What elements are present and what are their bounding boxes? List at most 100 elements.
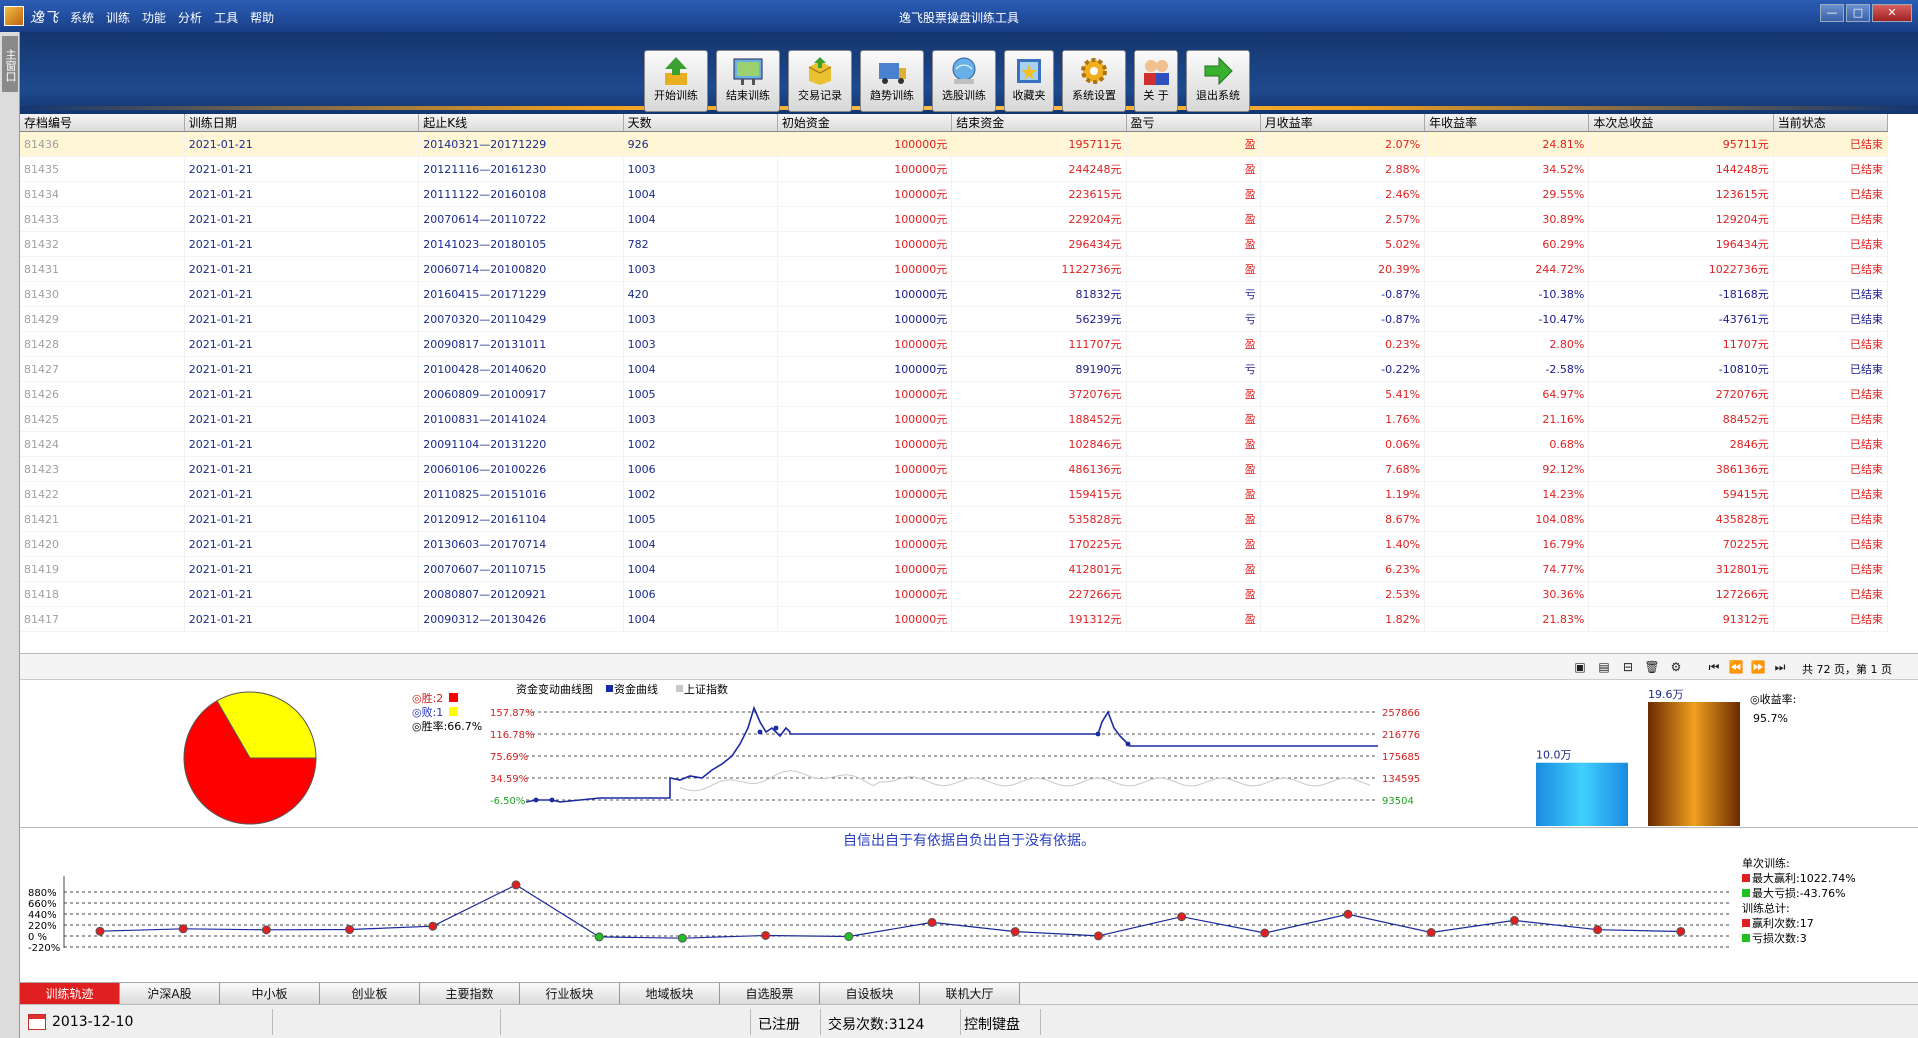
- first-page-button[interactable]: ⏮: [1706, 660, 1722, 674]
- delete-icon[interactable]: 🗑: [1644, 660, 1660, 674]
- table-row[interactable]: 81418 2021-01-21 20080807—20120921 1006 1000…: [20, 581, 1889, 607]
- trajectory-point[interactable]: [1676, 926, 1686, 936]
- table-row[interactable]: 81421 2021-01-21 20120912—20161104 1005 1000…: [20, 506, 1889, 532]
- trajectory-point[interactable]: [511, 880, 521, 890]
- table-row[interactable]: 81420 2021-01-21 20130603—20170714 1004 1000…: [20, 531, 1889, 557]
- trajectory-point[interactable]: [1093, 931, 1103, 941]
- keyboard-control-button[interactable]: 控制键盘: [964, 1014, 1020, 1034]
- tab-sme-board[interactable]: 中小板: [220, 983, 320, 1005]
- start-training-button[interactable]: 开始训练: [644, 50, 708, 112]
- table-row[interactable]: 81424 2021-01-21 20091104—20131220 1002 1000…: [20, 431, 1889, 457]
- tab-sh-sz-a[interactable]: 沪深A股: [120, 983, 220, 1005]
- prev-page-button[interactable]: ⏪: [1728, 660, 1744, 674]
- table-row[interactable]: 81430 2021-01-21 20160415—20171229 420 10000…: [20, 281, 1889, 307]
- tab-major-index[interactable]: 主要指数: [420, 983, 520, 1005]
- calendar-icon[interactable]: [28, 1014, 46, 1030]
- trajectory-point[interactable]: [1426, 928, 1436, 937]
- last-page-button[interactable]: ⏭: [1772, 660, 1788, 674]
- trajectory-point[interactable]: [178, 924, 188, 934]
- trajectory-point[interactable]: [1010, 927, 1020, 937]
- cell-range: 20111122—20160108: [418, 181, 624, 207]
- trajectory-point[interactable]: [927, 917, 937, 927]
- trajectory-point[interactable]: [844, 932, 854, 941]
- col-total-return[interactable]: 本次总收益: [1588, 114, 1774, 132]
- col-kline-range[interactable]: 起止K线: [418, 114, 624, 132]
- cell-yearly: 30.36%: [1424, 581, 1590, 607]
- cell-days: 1006: [623, 456, 778, 482]
- table-row[interactable]: 81423 2021-01-21 20060106—20100226 1006 1000…: [20, 456, 1889, 482]
- table-row[interactable]: 81435 2021-01-21 20121116—20161230 1003 1000…: [20, 156, 1889, 182]
- table-row[interactable]: 81434 2021-01-21 20111122—20160108 1004 1000…: [20, 181, 1889, 207]
- trend-training-button[interactable]: 趋势训练: [860, 50, 924, 112]
- table-row[interactable]: 81422 2021-01-21 20110825—20151016 1002 1000…: [20, 481, 1889, 507]
- index-line: [679, 770, 1371, 792]
- table-row[interactable]: 81436 2021-01-21 20140321—20171229 926 10000…: [20, 131, 1889, 157]
- tab-online-lobby[interactable]: 联机大厅: [920, 983, 1020, 1005]
- col-init-fund[interactable]: 初始资金: [777, 114, 953, 132]
- cell-end: 89190元: [951, 356, 1127, 382]
- tab-training-track[interactable]: 训练轨迹: [20, 983, 120, 1005]
- col-train-date[interactable]: 训练日期: [184, 114, 420, 132]
- table-row[interactable]: 81427 2021-01-21 20100428—20140620 1004 1000…: [20, 356, 1889, 382]
- next-page-button[interactable]: ⏩: [1750, 660, 1766, 674]
- trajectory-point[interactable]: [345, 925, 355, 935]
- table-row[interactable]: 81425 2021-01-21 20100831—20141024 1003 1000…: [20, 406, 1889, 432]
- cell-date: 2021-01-21: [184, 406, 420, 432]
- preview-icon[interactable]: ▣: [1572, 660, 1588, 674]
- trade-record-button[interactable]: 交易记录: [788, 50, 852, 112]
- table-row[interactable]: 81429 2021-01-21 20070320—20110429 1003 1000…: [20, 306, 1889, 332]
- page-navigation: ⏮ ⏪ ⏩ ⏭: [1706, 660, 1788, 674]
- minimize-button[interactable]: —: [1820, 4, 1844, 22]
- table-row[interactable]: 81433 2021-01-21 20070614—20110722 1004 1000…: [20, 206, 1889, 232]
- favorites-button[interactable]: 收藏夹: [1004, 50, 1054, 112]
- col-end-fund[interactable]: 结束资金: [951, 114, 1127, 132]
- tab-industry-sector[interactable]: 行业板块: [520, 983, 620, 1005]
- col-archive-id[interactable]: 存档编号: [20, 114, 185, 132]
- trajectory-point[interactable]: [1343, 909, 1353, 919]
- exit-button[interactable]: 退出系统: [1186, 50, 1250, 112]
- win-count-label: ◎胜:2: [412, 692, 444, 705]
- export-icon[interactable]: ▤: [1596, 660, 1612, 674]
- cell-pl: 盈: [1126, 581, 1261, 607]
- cell-range: 20070614—20110722: [418, 206, 624, 232]
- trajectory-point[interactable]: [1593, 925, 1603, 935]
- trajectory-point[interactable]: [594, 932, 604, 942]
- trajectory-point[interactable]: [677, 933, 687, 943]
- main-window-tab[interactable]: 主窗口: [2, 36, 18, 92]
- tab-watchlist[interactable]: 自选股票: [720, 983, 820, 1005]
- trajectory-point[interactable]: [1177, 912, 1187, 922]
- settings-button[interactable]: 系统设置: [1062, 50, 1126, 112]
- stock-pick-button[interactable]: 选股训练: [932, 50, 996, 112]
- about-button[interactable]: 关 于: [1134, 50, 1178, 112]
- tab-region-sector[interactable]: 地域板块: [620, 983, 720, 1005]
- cell-status: 已结束: [1773, 581, 1889, 607]
- trajectory-point[interactable]: [428, 921, 438, 931]
- col-yearly-return[interactable]: 年收益率: [1424, 114, 1590, 132]
- trajectory-point[interactable]: [1509, 915, 1519, 925]
- table-row[interactable]: 81432 2021-01-21 20141023—20180105 782 10000…: [20, 231, 1889, 257]
- tab-custom-sector[interactable]: 自设板块: [820, 983, 920, 1005]
- tab-growth-board[interactable]: 创业板: [320, 983, 420, 1005]
- end-training-button[interactable]: 结束训练: [716, 50, 780, 112]
- table-row[interactable]: 81431 2021-01-21 20060714—20100820 1003 1000…: [20, 256, 1889, 282]
- cell-monthly: 2.46%: [1260, 181, 1426, 207]
- maximize-button[interactable]: □: [1846, 4, 1870, 22]
- cell-yearly: 24.81%: [1424, 131, 1590, 157]
- col-status[interactable]: 当前状态: [1773, 114, 1889, 132]
- table-row[interactable]: 81428 2021-01-21 20090817—20131011 1003 1000…: [20, 331, 1889, 357]
- col-days[interactable]: 天数: [623, 114, 778, 132]
- col-profit-loss[interactable]: 盈亏: [1126, 114, 1261, 132]
- table-row[interactable]: 81419 2021-01-21 20070607—20110715 1004 1000…: [20, 556, 1889, 582]
- cell-yearly: 64.97%: [1424, 381, 1590, 407]
- col-monthly-return[interactable]: 月收益率: [1260, 114, 1426, 132]
- minus-icon[interactable]: ⊟: [1620, 660, 1636, 674]
- trajectory-point[interactable]: [261, 925, 271, 935]
- close-button[interactable]: ✕: [1872, 4, 1912, 22]
- max-loss-label: 最大亏损:-43.76%: [1752, 887, 1846, 900]
- table-row[interactable]: 81426 2021-01-21 20060809—20100917 1005 1000…: [20, 381, 1889, 407]
- settings-icon[interactable]: ⚙: [1668, 660, 1684, 674]
- trajectory-point[interactable]: [95, 926, 105, 936]
- trajectory-point[interactable]: [1260, 928, 1270, 938]
- table-row[interactable]: 81417 2021-01-21 20090312—20130426 1004 1000…: [20, 606, 1889, 632]
- trajectory-point[interactable]: [761, 930, 771, 940]
